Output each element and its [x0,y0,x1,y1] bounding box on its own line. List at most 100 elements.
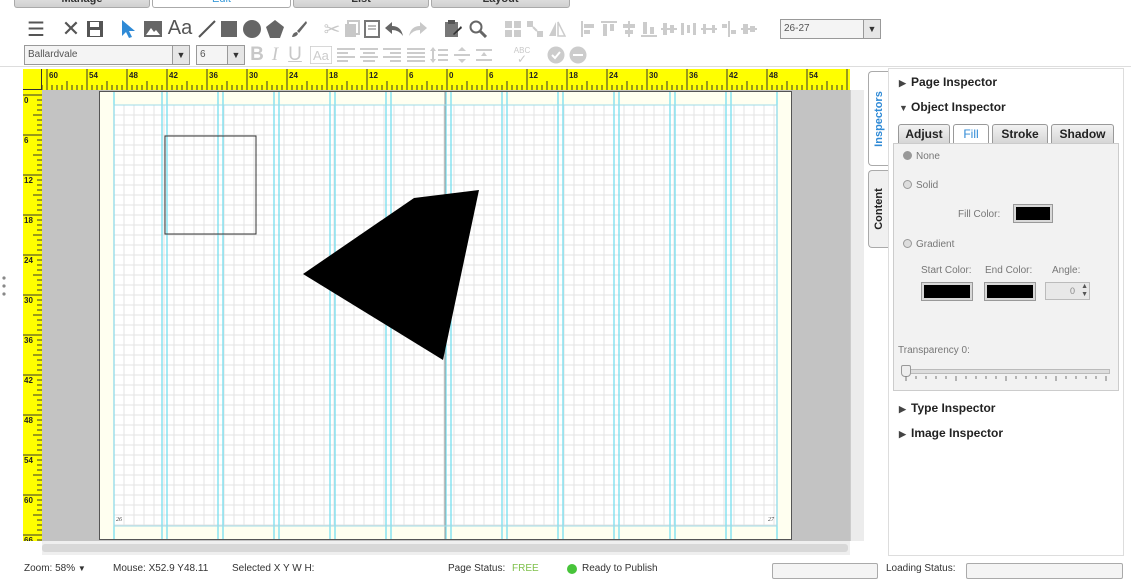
vertical-ruler[interactable]: 0 6 12 18 24 30 36 42 48 54 60 66 [23,90,43,541]
brush-icon[interactable] [288,18,310,40]
tab-list[interactable]: List [293,0,429,8]
fill-color-label: Fill Color: [958,209,1001,220]
save-icon[interactable] [84,18,106,40]
rectangle-tool-icon[interactable] [219,18,239,40]
page-spread[interactable]: 26 27 [99,91,792,540]
group-icon[interactable] [502,18,524,40]
page-inspector-header[interactable]: ▶ Page Inspector [899,75,997,89]
left-page-number: 26 [116,517,122,523]
font-family-select[interactable]: Ballardvale ▼ [24,45,190,65]
align-bottom-icon[interactable] [640,18,658,40]
tab-manage[interactable]: Manage [14,0,150,8]
cut-icon[interactable]: ✂ [322,18,342,41]
object-inspector-header[interactable]: ▼ Object Inspector [899,100,1006,114]
polygon-tool-icon[interactable] [264,18,286,40]
flip-icon[interactable] [546,18,568,40]
status-action-button[interactable] [772,563,878,579]
fill-none-radio[interactable]: None [903,151,940,162]
rectangle-shape[interactable] [164,135,257,235]
slider-ticks [905,376,1107,381]
transparency-slider[interactable] [902,369,1110,374]
undo-icon[interactable] [383,18,405,40]
start-color-swatch[interactable] [921,282,973,301]
align-text-right-icon[interactable] [382,44,402,66]
tab-fill[interactable]: Fill [953,124,989,144]
page-inspector-label: Page Inspector [911,75,998,89]
image-tool-icon[interactable] [142,18,164,40]
check-circle-icon[interactable] [546,44,566,66]
paste-icon[interactable] [362,18,382,40]
fill-gradient-radio[interactable]: Gradient [903,239,954,250]
chevron-down-icon: ▼ [172,46,189,64]
page-select[interactable]: 26-27 ▼ [780,19,881,39]
align-middle-icon[interactable] [660,18,678,40]
align-center-icon[interactable] [620,18,638,40]
line-tool-icon[interactable] [196,18,218,40]
horizontal-scroll-thumb[interactable] [42,544,848,552]
align-text-left-icon[interactable] [336,44,356,66]
ruler-tick-label: 6 [409,71,414,80]
bold-icon[interactable]: B [249,44,265,66]
baseline-shift-icon[interactable] [474,44,494,66]
fill-color-swatch[interactable] [1013,204,1053,223]
transparency-label: Transparency 0: [898,345,970,356]
tab-inspectors[interactable]: Inspectors [868,71,888,166]
italic-icon[interactable]: I [267,44,283,66]
page-select-value: 26-27 [784,23,810,34]
tab-shadow[interactable]: Shadow [1051,124,1114,143]
horizontal-scrollbar[interactable] [42,541,850,555]
delete-icon[interactable]: ✕ [60,16,82,41]
panel-drag-handle[interactable] [2,275,6,301]
spellcheck-icon[interactable]: ABC ✓ [508,44,536,66]
distribute-vertical-icon[interactable] [700,18,718,40]
text-tool-icon[interactable]: Aa [166,17,194,39]
redo-icon[interactable] [407,18,429,40]
clipboard-edit-icon[interactable] [443,18,463,40]
zoom-search-icon[interactable] [467,18,489,40]
align-top-icon[interactable] [600,18,618,40]
font-size-select[interactable]: 6 ▼ [196,45,245,65]
underline-icon[interactable]: U [285,44,305,66]
tab-adjust[interactable]: Adjust [898,124,950,143]
tab-content[interactable]: Content [868,170,888,248]
object-inspector-label: Object Inspector [911,100,1006,114]
radio-icon [903,239,912,248]
line-spacing-icon[interactable] [430,44,448,66]
justify-text-icon[interactable] [406,44,426,66]
right-page-number: 27 [768,517,774,523]
space-evenly-icon[interactable] [720,18,738,40]
select-arrow-icon[interactable] [118,18,140,40]
ruler-tick-label: 36 [689,71,698,80]
text-case-icon[interactable]: Aa [308,44,334,66]
ruler-tick-label: 24 [609,71,618,80]
ruler-tick-label: 36 [209,71,218,80]
type-inspector-header[interactable]: ▶ Type Inspector [899,401,995,415]
align-text-center-icon[interactable] [359,44,379,66]
paragraph-spacing-icon[interactable] [452,44,472,66]
menu-icon[interactable]: ☰ [24,18,48,41]
caret-down-icon: ▼ [899,103,908,113]
tab-edit[interactable]: Edit [152,0,291,8]
fill-solid-radio[interactable]: Solid [903,180,938,191]
vertical-scrollbar[interactable] [850,90,864,541]
polygon-shape[interactable] [303,190,479,360]
ellipse-tool-icon[interactable] [241,18,263,40]
distribute-horizontal-icon[interactable] [680,18,698,40]
stepper-arrows-icon[interactable]: ▲ ▼ [1081,283,1088,299]
size-match-icon[interactable] [740,18,758,40]
caret-right-icon: ▶ [899,78,906,88]
tab-stroke[interactable]: Stroke [992,124,1048,143]
align-left-icon[interactable] [580,18,598,40]
tab-content-label: Content [872,188,885,230]
tab-layout[interactable]: Layout [431,0,570,8]
angle-stepper[interactable]: 0 ▲ ▼ [1045,282,1090,300]
end-color-swatch[interactable] [984,282,1036,301]
copy-icon[interactable] [342,18,362,40]
horizontal-ruler[interactable]: 60 54 48 42 36 30 24 18 12 6 0 6 12 18 24 30 36 42 48 54 [42,69,850,91]
end-color-label: End Color: [985,265,1033,276]
image-inspector-header[interactable]: ▶ Image Inspector [899,426,1003,440]
ready-status-dot [567,564,577,574]
minus-circle-icon[interactable] [568,44,588,66]
tab-inspectors-label: Inspectors [872,90,885,147]
ungroup-icon[interactable] [524,18,546,40]
